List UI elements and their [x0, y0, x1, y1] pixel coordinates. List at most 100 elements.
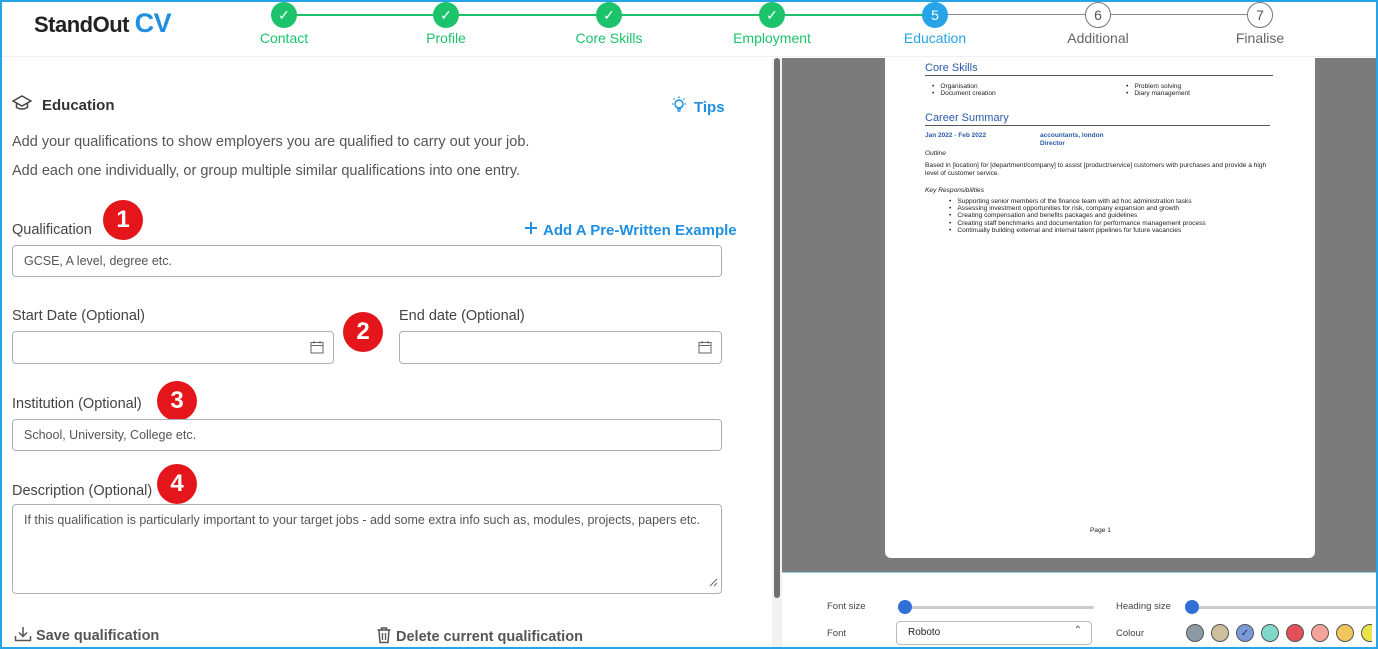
- tips-label: Tips: [694, 98, 725, 116]
- delete-qualification-button[interactable]: Delete current qualification: [376, 626, 583, 648]
- cv-page-number: Page 1: [1090, 527, 1111, 534]
- colour-swatch-teal[interactable]: [1261, 624, 1279, 642]
- cv-skills-column-1: Organisation Document creation: [932, 83, 996, 97]
- cv-divider: [925, 75, 1273, 76]
- plus-icon: [524, 221, 538, 239]
- step-label: Employment: [733, 30, 811, 46]
- step-core-skills[interactable]: ✓ Core Skills: [539, 2, 679, 46]
- cv-job-title: Director: [1040, 140, 1065, 147]
- calendar-icon[interactable]: [310, 340, 324, 357]
- colour-swatch-pink[interactable]: [1311, 624, 1329, 642]
- colour-swatch-blue-selected[interactable]: ✓: [1236, 624, 1254, 642]
- cv-job-dates: Jan 2022 - Feb 2022: [925, 132, 987, 139]
- step-additional[interactable]: 6 Additional: [1028, 2, 1168, 46]
- cv-page: Core Skills Organisation Document creati…: [885, 58, 1315, 558]
- check-icon: ✓: [596, 2, 622, 28]
- trash-icon: [376, 626, 392, 648]
- heading-size-slider[interactable]: [1185, 600, 1376, 614]
- colour-swatch-lime[interactable]: [1361, 624, 1372, 642]
- font-label: Font: [827, 628, 847, 639]
- add-pre-written-example-button[interactable]: Add A Pre-Written Example: [524, 221, 737, 239]
- step-employment[interactable]: ✓ Employment: [702, 2, 842, 46]
- description-textarea[interactable]: If this qualification is particularly im…: [12, 504, 722, 594]
- step-finalise[interactable]: 7 Finalise: [1190, 2, 1330, 46]
- cv-skill-item: Problem solving: [1126, 83, 1190, 90]
- cv-responsibility-item: Supporting senior members of the finance…: [949, 198, 1206, 205]
- cv-responsibilities-label: Key Responsibilities: [925, 187, 985, 194]
- step-label: Profile: [426, 30, 466, 46]
- step-number: 5: [922, 2, 948, 28]
- slider-knob[interactable]: [898, 600, 912, 614]
- slider-knob[interactable]: [1185, 600, 1199, 614]
- cv-preview-panel: Core Skills Organisation Document creati…: [782, 58, 1376, 572]
- graduation-cap-icon: [11, 94, 33, 116]
- callout-badge-2: 2: [343, 312, 383, 352]
- font-size-label: Font size: [827, 601, 866, 612]
- intro-text-1: Add your qualifications to show employer…: [12, 134, 530, 150]
- resize-handle-icon[interactable]: [709, 576, 718, 590]
- form-scrollbar[interactable]: [772, 58, 782, 647]
- cv-responsibilities-list: Supporting senior members of the finance…: [949, 198, 1206, 234]
- start-date-label: Start Date (Optional): [12, 308, 145, 324]
- callout-badge-1: 1: [103, 200, 143, 240]
- section-title: Education: [42, 96, 115, 114]
- save-label: Save qualification: [36, 628, 160, 644]
- font-select[interactable]: Roboto ⌃: [896, 621, 1092, 645]
- top-header: StandOut CV ✓ Contact ✓ Profile ✓ Core S…: [2, 2, 1376, 57]
- colour-swatch-tan[interactable]: [1211, 624, 1229, 642]
- lightbulb-icon: [670, 96, 688, 118]
- step-contact[interactable]: ✓ Contact: [214, 2, 354, 46]
- description-placeholder: If this qualification is particularly im…: [24, 513, 701, 527]
- cv-skills-column-2: Problem solving Diary management: [1126, 83, 1190, 97]
- add-example-label: Add A Pre-Written Example: [543, 221, 737, 239]
- cv-outline-text: Based in [location] for [department/comp…: [925, 162, 1267, 177]
- download-icon: [14, 626, 32, 646]
- colour-label: Colour: [1116, 628, 1144, 639]
- step-label: Finalise: [1235, 30, 1285, 46]
- end-date-label: End date (Optional): [399, 308, 525, 324]
- step-label: Contact: [259, 30, 309, 46]
- qualification-input[interactable]: GCSE, A level, degree etc.: [12, 245, 722, 277]
- callout-badge-3: 3: [157, 381, 197, 421]
- calendar-icon[interactable]: [698, 340, 712, 357]
- step-number: 6: [1085, 2, 1111, 28]
- cv-responsibility-item: Assessing investment opportunities for r…: [949, 205, 1206, 212]
- institution-input[interactable]: School, University, College etc.: [12, 419, 722, 451]
- colour-swatch-yellow[interactable]: [1336, 624, 1354, 642]
- colour-swatch-grey[interactable]: [1186, 624, 1204, 642]
- step-label: Core Skills: [575, 30, 643, 46]
- step-profile[interactable]: ✓ Profile: [376, 2, 516, 46]
- section-header: Education: [11, 94, 115, 116]
- callout-badge-4: 4: [157, 464, 197, 504]
- step-label: Education: [903, 30, 967, 46]
- cv-responsibility-item: Creating compensation and benefits packa…: [949, 212, 1206, 219]
- cv-core-skills-heading: Core Skills: [925, 62, 978, 74]
- check-icon: ✓: [1240, 627, 1250, 639]
- style-settings-panel: Font size Heading size Font Roboto ⌃ Col…: [782, 572, 1376, 647]
- intro-text-2: Add each one individually, or group mult…: [12, 163, 521, 179]
- cv-skill-item: Organisation: [932, 83, 996, 90]
- tips-button[interactable]: Tips: [670, 96, 725, 118]
- scrollbar-thumb[interactable]: [774, 58, 780, 598]
- colour-swatch-red[interactable]: [1286, 624, 1304, 642]
- check-icon: ✓: [271, 2, 297, 28]
- check-icon: ✓: [759, 2, 785, 28]
- step-label: Additional: [1067, 30, 1129, 46]
- institution-label: Institution (Optional): [12, 396, 142, 412]
- cv-divider: [925, 125, 1270, 126]
- heading-size-label: Heading size: [1116, 601, 1171, 612]
- start-date-input[interactable]: [12, 331, 334, 364]
- step-education[interactable]: 5 Education: [865, 2, 1005, 46]
- font-size-slider[interactable]: [898, 600, 1094, 614]
- save-qualification-button[interactable]: Save qualification: [14, 626, 159, 646]
- font-select-value: Roboto: [908, 627, 941, 638]
- check-icon: ✓: [433, 2, 459, 28]
- end-date-input[interactable]: [399, 331, 722, 364]
- cv-skill-item: Diary management: [1126, 90, 1190, 97]
- cv-job-company: accountants, london: [1040, 132, 1104, 139]
- education-form: Education Tips Add your qualifications t…: [2, 58, 772, 647]
- cv-career-heading: Career Summary: [925, 112, 1009, 124]
- qualification-label: Qualification: [12, 222, 92, 238]
- delete-label: Delete current qualification: [396, 629, 583, 645]
- cv-skill-item: Document creation: [932, 90, 995, 97]
